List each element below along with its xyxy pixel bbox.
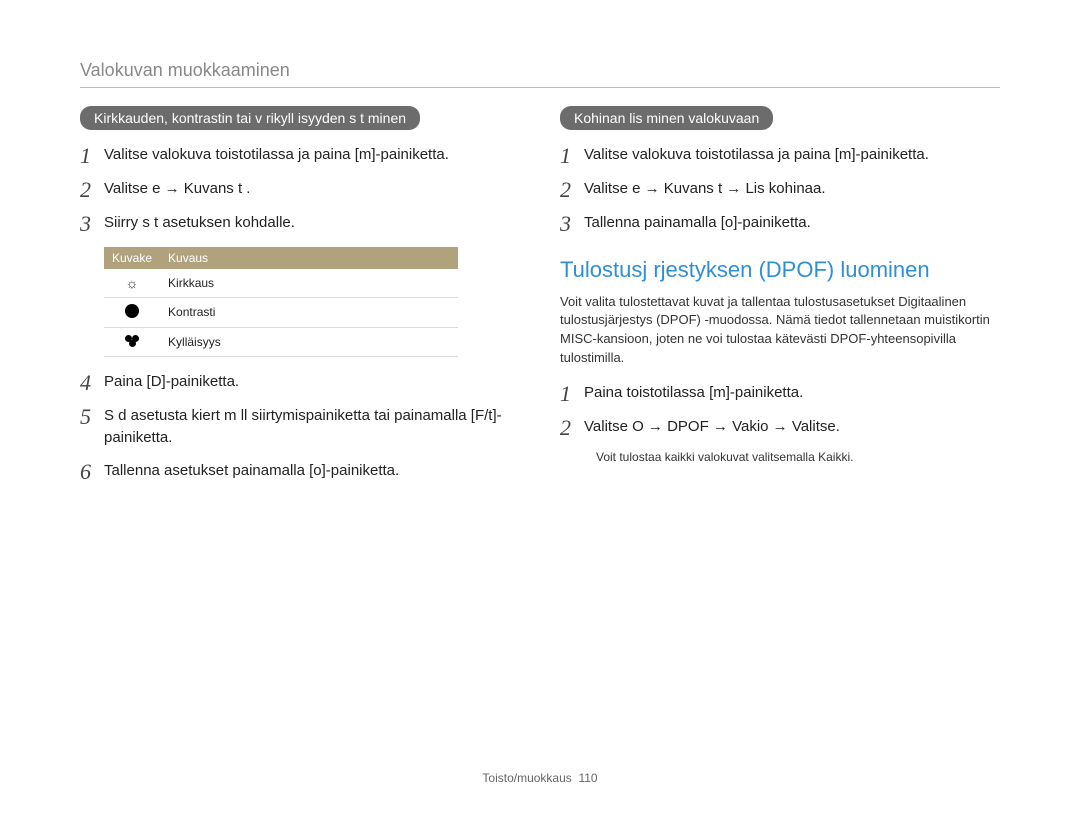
table-row: ☼ Kirkkaus [104,269,458,298]
step-text: Valitse valokuva toistotilassa ja paina … [584,144,1000,167]
dpof-paragraph: Voit valita tulostettavat kuvat ja talle… [560,293,1000,368]
step-number: 1 [560,144,584,168]
table-row: Kontrasti [104,297,458,327]
step-number: 1 [80,144,104,168]
content-columns: Kirkkauden, kontrastin tai v rikyll isyy… [80,106,1000,494]
step-text: Tallenna asetukset painamalla [o]-painik… [104,460,520,483]
dpof-step-2: 2 Valitse O → DPOF → Vakio → Valitse. [560,416,1000,440]
table-cell-desc: Kontrasti [160,297,458,327]
step-text: Siirry s t asetuksen kohdalle. [104,212,520,235]
step-text: Valitse e → Kuvans t → Lis kohinaa. [584,178,1000,201]
right-column: Kohinan lis minen valokuvaan 1 Valitse v… [560,106,1000,494]
table-header-icon: Kuvake [104,247,160,269]
step-4: 4 Paina [D]-painiketta. [80,371,520,395]
step-text: Tallenna painamalla [o]-painiketta. [584,212,1000,235]
step-3: 3 Siirry s t asetuksen kohdalle. [80,212,520,236]
step-text: S d asetusta kiert m ll siirtymispainike… [104,405,520,450]
adjust-table: Kuvake Kuvaus ☼ Kirkkaus Kontrasti [104,247,520,357]
footer-section: Toisto/muokkaus [482,771,571,785]
step-number: 3 [80,212,104,236]
page-title: Valokuvan muokkaaminen [80,60,1000,81]
step-number: 6 [80,460,104,484]
table-cell-desc: Kirkkaus [160,269,458,298]
step-number: 1 [560,382,584,406]
dpof-note: Voit tulostaa kaikki valokuvat valitsema… [596,450,1000,464]
step-text: Valitse e → Kuvans t . [104,178,520,201]
table-row: Kylläisyys [104,327,458,356]
step-6: 6 Tallenna asetukset painamalla [o]-pain… [80,460,520,484]
dpof-step-1: 1 Paina toistotilassa [m]-painiketta. [560,382,1000,406]
step-5: 5 S d asetusta kiert m ll siirtymispaini… [80,405,520,450]
brightness-icon: ☼ [126,275,139,291]
step-1: 1 Valitse valokuva toistotilassa ja pain… [80,144,520,168]
step-text: Paina toistotilassa [m]-painiketta. [584,382,1000,405]
step-text: Valitse valokuva toistotilassa ja paina … [104,144,520,167]
step-2: 2 Valitse e → Kuvans t → Lis kohinaa. [560,178,1000,202]
step-number: 3 [560,212,584,236]
footer-page-number: 110 [578,771,597,785]
step-text: Paina [D]-painiketta. [104,371,520,394]
step-number: 4 [80,371,104,395]
divider [80,87,1000,88]
step-text: Valitse O → DPOF → Vakio → Valitse. [584,416,1000,439]
step-number: 2 [80,178,104,202]
contrast-icon [125,304,139,318]
saturation-icon [125,335,139,347]
step-2: 2 Valitse e → Kuvans t . [80,178,520,202]
section-pill-adjust: Kirkkauden, kontrastin tai v rikyll isyy… [80,106,420,130]
table-header-desc: Kuvaus [160,247,458,269]
step-number: 2 [560,178,584,202]
left-column: Kirkkauden, kontrastin tai v rikyll isyy… [80,106,520,494]
step-number: 5 [80,405,104,429]
step-3: 3 Tallenna painamalla [o]-painiketta. [560,212,1000,236]
step-1: 1 Valitse valokuva toistotilassa ja pain… [560,144,1000,168]
step-number: 2 [560,416,584,440]
dpof-heading: Tulostusj rjestyksen (DPOF) luominen [560,257,1000,283]
page-footer: Toisto/muokkaus 110 [0,771,1080,785]
table-cell-desc: Kylläisyys [160,327,458,356]
section-pill-noise: Kohinan lis minen valokuvaan [560,106,773,130]
